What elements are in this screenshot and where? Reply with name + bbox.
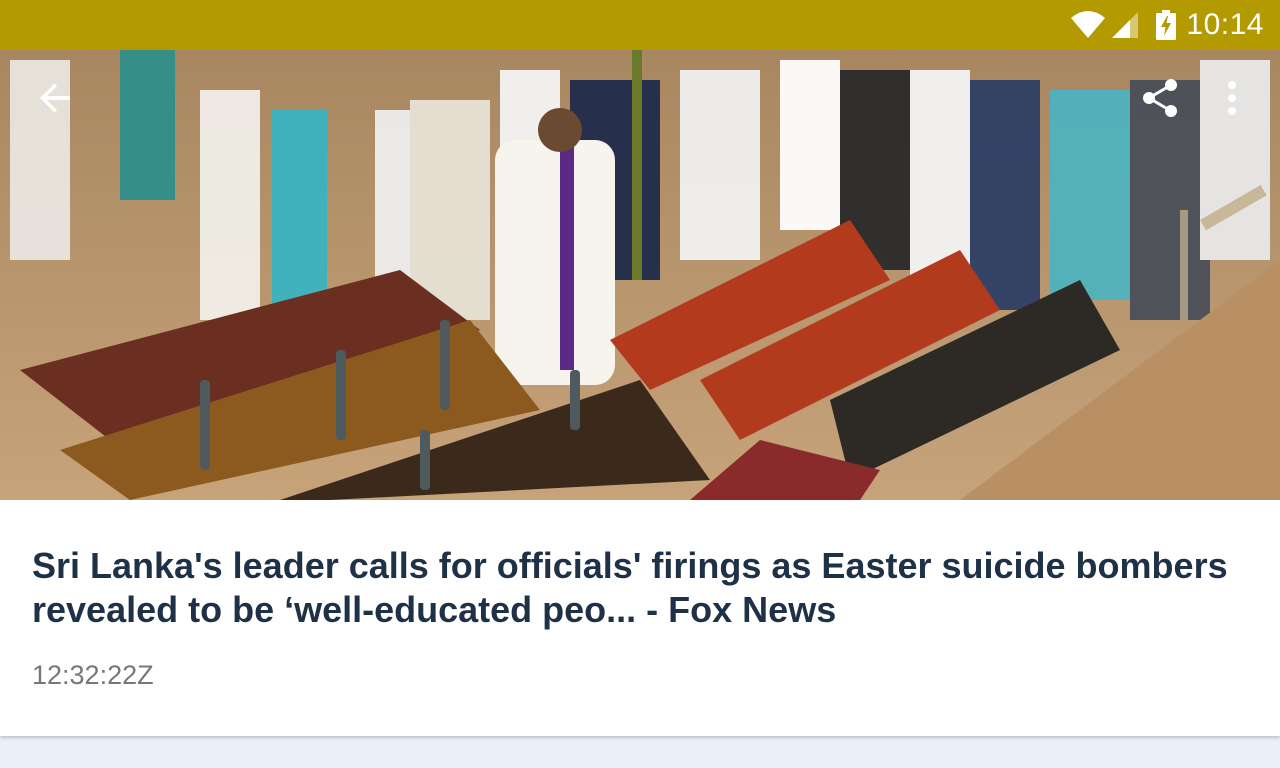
share-icon	[1143, 79, 1177, 117]
article-hero-image	[0, 50, 1280, 500]
cell-signal-icon	[1110, 10, 1140, 40]
more-options-button[interactable]	[1210, 72, 1254, 124]
article-timestamp: 12:32:22Z	[32, 660, 154, 690]
article-headline: Sri Lanka's leader calls for officials' …	[32, 545, 1228, 630]
battery-charging-icon	[1156, 10, 1177, 40]
status-time: 10:14	[1186, 8, 1264, 41]
share-button[interactable]	[1134, 72, 1186, 124]
wifi-icon	[1070, 10, 1106, 40]
hero-photo	[0, 50, 1280, 500]
more-vertical-icon	[1228, 81, 1236, 115]
back-button[interactable]	[28, 74, 84, 122]
status-bar: 10:14	[0, 0, 1280, 50]
status-icons: 10:14	[1070, 8, 1264, 42]
article-card: Sri Lanka's leader calls for officials' …	[0, 500, 1280, 736]
arrow-back-icon	[40, 83, 70, 113]
